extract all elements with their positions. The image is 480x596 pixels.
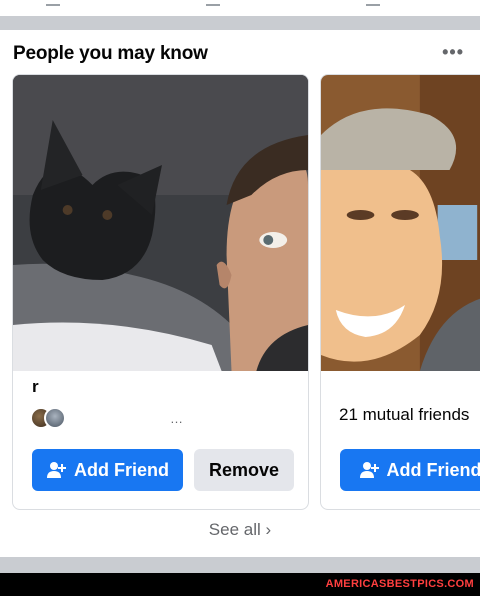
add-friend-label: Add Friend bbox=[386, 459, 480, 480]
add-friend-icon bbox=[47, 462, 66, 478]
more-options-icon[interactable]: ••• bbox=[442, 42, 464, 63]
add-friend-icon bbox=[359, 462, 379, 478]
feed-divider bbox=[0, 557, 480, 573]
feed-divider bbox=[0, 16, 480, 30]
previous-post-strip bbox=[0, 0, 480, 16]
add-friend-button[interactable]: Add Friend bbox=[340, 449, 480, 491]
reaction-icon bbox=[46, 0, 60, 6]
profile-photo[interactable] bbox=[13, 75, 308, 371]
mutual-friends-row: … bbox=[30, 407, 290, 431]
chevron-right-icon: › bbox=[265, 520, 272, 539]
suggestion-name[interactable]: r bbox=[32, 377, 39, 397]
section-title: People you may know bbox=[13, 43, 208, 64]
photo-smiling-man bbox=[321, 75, 480, 371]
watermark-text: AMERICASBESTPICS.COM bbox=[325, 578, 474, 590]
see-all-link[interactable]: See all › bbox=[0, 520, 480, 540]
remove-button[interactable]: Remove bbox=[194, 449, 294, 491]
comment-icon bbox=[206, 0, 220, 6]
profile-photo[interactable] bbox=[321, 75, 480, 371]
suggestion-card[interactable]: 21 mutual friends Add Friend bbox=[320, 74, 480, 510]
suggestion-card[interactable]: r … Add Friend Remove bbox=[12, 74, 309, 510]
add-friend-label: Add Friend bbox=[74, 459, 169, 480]
watermark-bar: AMERICASBESTPICS.COM bbox=[0, 573, 480, 596]
mutual-avatars bbox=[30, 407, 70, 431]
mutual-friends-text: … bbox=[170, 411, 183, 426]
avatar bbox=[44, 407, 66, 429]
add-friend-button[interactable]: Add Friend bbox=[32, 449, 183, 491]
share-icon bbox=[366, 0, 380, 6]
mutual-friends-text: 21 mutual friends bbox=[339, 405, 470, 424]
remove-label: Remove bbox=[208, 459, 280, 480]
photo-dog-and-man bbox=[13, 75, 308, 371]
people-you-may-know-panel: People you may know ••• r … Add Friend R… bbox=[0, 30, 480, 557]
see-all-label: See all bbox=[208, 520, 261, 539]
